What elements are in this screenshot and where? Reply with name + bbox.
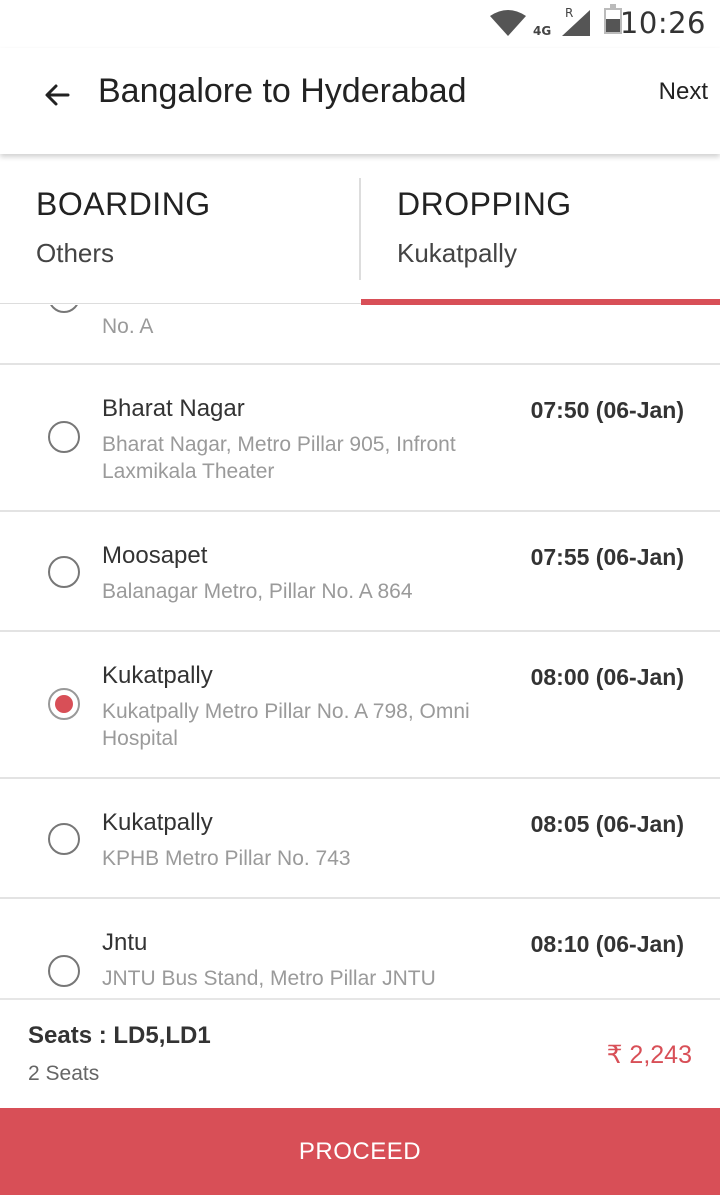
tab-boarding[interactable]: BOARDING Others <box>0 154 360 304</box>
app-bar: Bangalore to Hyderabad Next <box>0 48 720 154</box>
list-item-address: No. A <box>102 315 154 338</box>
list-item[interactable]: Jntu 08:10 (06-Jan) JNTU Bus Stand, Metr… <box>0 899 720 998</box>
list-item-address: Balanagar Metro, Pillar No. A 864 <box>102 580 413 603</box>
list-item[interactable]: Kukatpally 08:05 (06-Jan) KPHB Metro Pil… <box>0 779 720 899</box>
list-item-time: 08:05 (06-Jan) <box>530 811 684 837</box>
list-item-time: 07:50 (06-Jan) <box>530 397 684 423</box>
list-item-name: Kukatpally <box>102 662 213 689</box>
list-item-time: 08:00 (06-Jan) <box>530 664 684 690</box>
network-type-label: 4G <box>533 24 552 38</box>
next-button[interactable]: Next <box>659 78 708 106</box>
list-item-address: KPHB Metro Pillar No. 743 <box>102 847 351 870</box>
radio-button[interactable] <box>48 305 80 313</box>
radio-button[interactable] <box>48 556 80 588</box>
radio-button[interactable] <box>48 823 80 855</box>
list-item-address: Bharat Nagar, Metro Pillar 905, Infront … <box>102 433 456 483</box>
total-price: ₹ 2,243 <box>606 1041 692 1069</box>
list-item[interactable]: Kukatpally 08:00 (06-Jan) Kukatpally Met… <box>0 632 720 779</box>
radio-button[interactable] <box>48 421 80 453</box>
tab-dropping-title: DROPPING <box>397 186 572 222</box>
dropping-points-list[interactable]: No. A Bharat Nagar 07:50 (06-Jan) Bharat… <box>0 305 720 998</box>
seats-label: Seats : LD5,LD1 <box>28 1022 211 1049</box>
back-arrow-icon[interactable] <box>40 78 74 112</box>
page-title: Bangalore to Hyderabad <box>98 72 467 110</box>
list-item-name: Moosapet <box>102 542 208 569</box>
booking-summary: Seats : LD5,LD1 2 Seats ₹ 2,243 <box>0 998 720 1108</box>
wifi-icon <box>490 10 526 36</box>
list-item[interactable]: Bharat Nagar 07:50 (06-Jan) Bharat Nagar… <box>0 365 720 512</box>
tab-boarding-title: BOARDING <box>36 186 211 222</box>
tab-dropping[interactable]: DROPPING Kukatpally <box>361 154 720 305</box>
boarding-dropping-tabs: BOARDING Others DROPPING Kukatpally <box>0 154 720 305</box>
list-item-time: 08:10 (06-Jan) <box>530 931 684 957</box>
list-item-name: Jntu <box>102 929 148 956</box>
proceed-button[interactable]: PROCEED <box>0 1108 720 1195</box>
status-time: 10:26 <box>619 6 706 40</box>
signal-icon <box>562 10 590 36</box>
list-item[interactable]: Moosapet 07:55 (06-Jan) Balanagar Metro,… <box>0 512 720 632</box>
list-item-address: Kukatpally Metro Pillar No. A 798, Omni … <box>102 700 470 750</box>
tab-dropping-subtitle: Kukatpally <box>397 238 517 268</box>
radio-button[interactable] <box>48 955 80 987</box>
status-bar: 4G R 10:26 <box>0 0 720 48</box>
radio-button-selected[interactable] <box>48 688 80 720</box>
tab-boarding-subtitle: Others <box>36 238 115 268</box>
list-item[interactable]: No. A <box>0 305 720 365</box>
list-item-address: JNTU Bus Stand, Metro Pillar JNTU <box>102 967 436 990</box>
list-item-time: 07:55 (06-Jan) <box>530 544 684 570</box>
list-item-name: Kukatpally <box>102 809 213 836</box>
seats-count: 2 Seats <box>28 1062 100 1085</box>
list-item-name: Bharat Nagar <box>102 395 245 422</box>
